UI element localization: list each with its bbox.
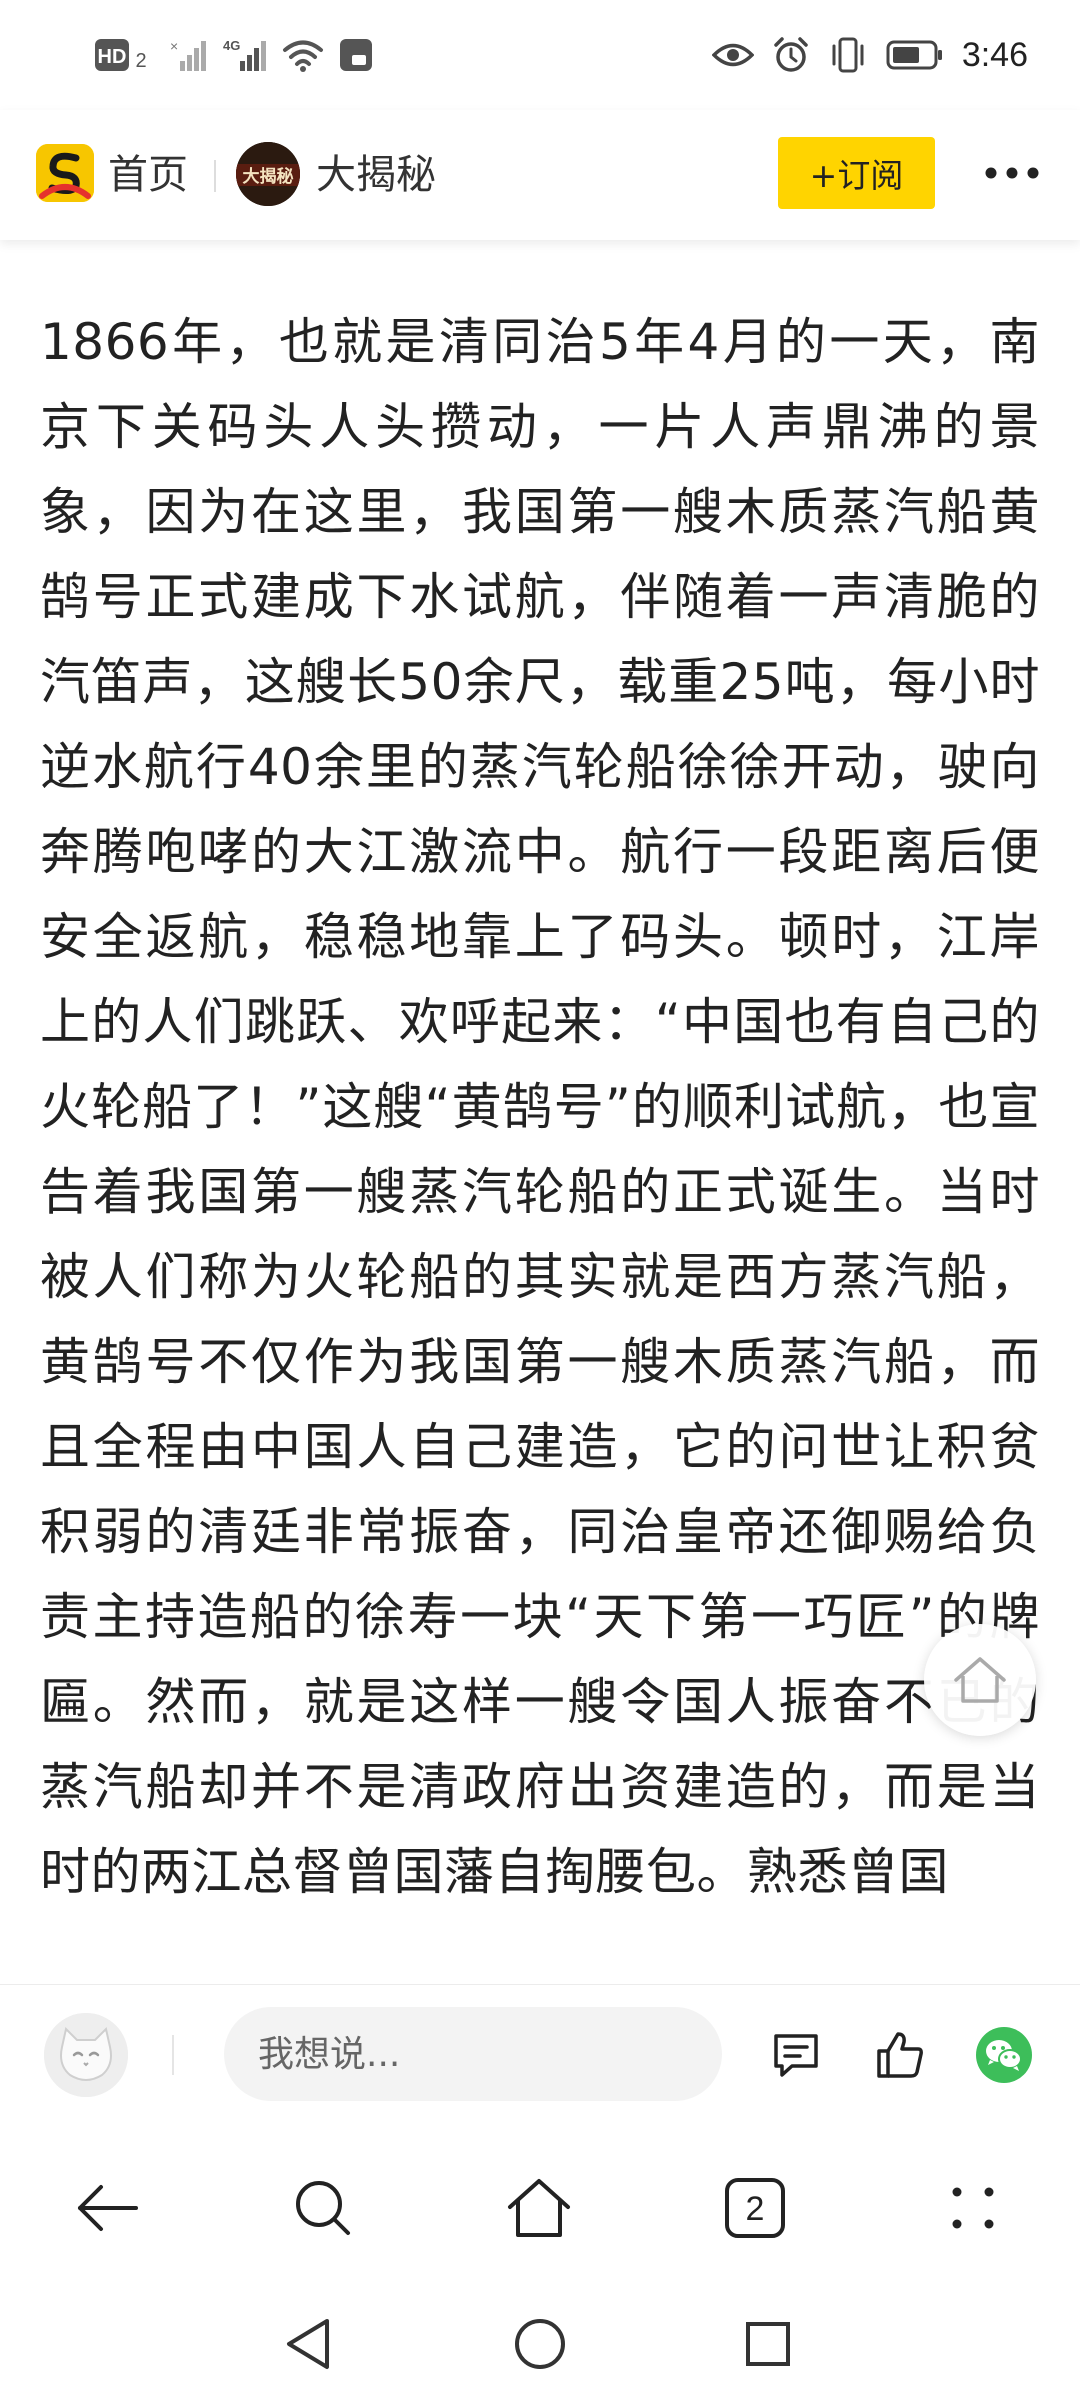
alarm-icon <box>772 36 810 74</box>
home-link[interactable]: 首页 <box>108 150 188 200</box>
back-arrow-icon[interactable] <box>63 2163 153 2253</box>
nav-recents-icon[interactable] <box>728 2304 808 2384</box>
user-avatar[interactable] <box>44 2013 128 2097</box>
vibrate-icon <box>828 36 868 74</box>
home-outline-icon <box>954 1657 1006 1703</box>
more-menu-icon[interactable] <box>982 153 1042 193</box>
channel-avatar[interactable]: 大揭秘 <box>236 142 300 206</box>
home-icon[interactable] <box>494 2163 584 2253</box>
article-body: 1866年，也就是清同治5年4月的一天，南京下关码头人头攒动，一片人声鼎沸的景象… <box>40 313 1040 1901</box>
floating-home-button[interactable] <box>924 1624 1036 1736</box>
channel-avatar-text: 大揭秘 <box>243 166 294 187</box>
signal-4g-label: 4G <box>223 38 240 53</box>
browser-toolbar: 2 <box>0 2124 1080 2285</box>
status-bar: HD 2 × 4G 3:46 <box>0 0 1080 110</box>
sim-card-icon <box>338 37 374 73</box>
app-header: 首页 大揭秘 大揭秘 +订阅 <box>0 110 1080 240</box>
tab-count: 2 <box>746 2190 765 2228</box>
tabs-icon: 2 <box>725 2178 785 2238</box>
thumbs-up-icon[interactable] <box>868 2023 932 2087</box>
tabs-button[interactable]: 2 <box>710 2163 800 2253</box>
header-divider <box>214 160 216 192</box>
battery-icon <box>886 39 944 71</box>
svg-text:×: × <box>170 38 178 54</box>
status-time: 3:46 <box>961 35 1028 74</box>
comment-bar <box>0 1984 1080 2125</box>
channel-name[interactable]: 大揭秘 <box>316 150 436 200</box>
comment-icon[interactable] <box>764 2023 828 2087</box>
status-right: 3:46 <box>711 30 1028 80</box>
wifi-icon <box>282 37 324 73</box>
dots-menu-icon[interactable] <box>928 2163 1018 2253</box>
wechat-icon[interactable] <box>972 2023 1036 2087</box>
eye-icon <box>711 40 754 70</box>
hd-badge-sub: 2 <box>135 50 146 72</box>
comment-input[interactable] <box>224 2007 722 2101</box>
hd-badge-icon: HD 2 <box>94 37 154 73</box>
nav-home-icon[interactable] <box>500 2304 580 2384</box>
status-left: HD 2 × 4G <box>94 30 374 80</box>
signal-4g-icon: 4G <box>222 37 268 73</box>
sohu-logo-icon[interactable] <box>36 144 94 202</box>
search-icon[interactable] <box>278 2163 368 2253</box>
nav-back-icon[interactable] <box>268 2304 348 2384</box>
system-nav-bar <box>0 2284 1080 2400</box>
signal-x-icon: × <box>168 37 208 73</box>
comment-bar-divider <box>172 2035 174 2075</box>
subscribe-button[interactable]: +订阅 <box>778 137 935 209</box>
hd-badge-text: HD <box>98 46 127 68</box>
